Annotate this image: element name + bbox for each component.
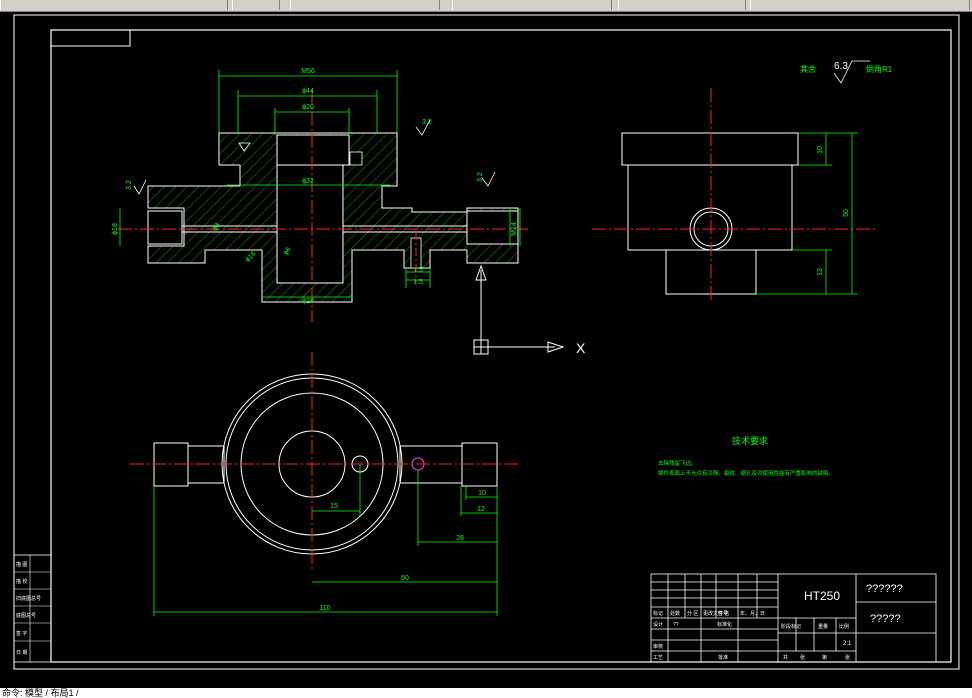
- ra-mid: 3.2: [422, 119, 432, 126]
- dim-m14: M14: [511, 222, 518, 236]
- toolbar-layer-combo[interactable]: [0, 0, 228, 10]
- toolbar-color-combo[interactable]: [290, 0, 440, 10]
- tb-stage: 阶段标记: [781, 623, 801, 630]
- strip-label-1: 描 校: [16, 578, 27, 585]
- ra-left: 3.2: [126, 180, 133, 190]
- sheet-outer-border: [13, 14, 960, 670]
- tb-scale-label: 比例: [839, 623, 849, 630]
- dim-plan-12: 12: [477, 506, 485, 513]
- tb-design: 设计: [653, 621, 663, 628]
- tb-review: 审核: [653, 643, 663, 650]
- tb-standard: 标准化: [717, 621, 732, 628]
- ucs-icon: [473, 264, 565, 355]
- roughness-suffix: 倒角R1: [866, 64, 893, 74]
- dim-m56: M56: [301, 68, 315, 75]
- strip-label-2: 旧底图总号: [16, 595, 41, 602]
- drawing-canvas[interactable]: M56 ϕ44 ϕ20 ϕ32 ϕ28 ϕ18 M14 ϕ8 ϕ6 ϕ16 1.…: [0, 11, 972, 688]
- title-part-name: ??????: [866, 583, 903, 595]
- left-signature-strip: 描 图 描 校 旧底图总号 底图总号 签 字 日 期: [13, 554, 52, 663]
- strip-label-5: 日 期: [16, 650, 27, 656]
- tb-process: 工艺: [653, 655, 663, 661]
- roughness-prefix: 其余: [800, 64, 816, 74]
- plan-view-dimensions: [153, 464, 498, 616]
- title-drawing-no: ?????: [870, 613, 901, 625]
- tech-req-line2: 铸件表面上不允许有冷隔、裂纹、缩孔及对使用性能有严重影响的缺陷。: [658, 469, 834, 477]
- dim-d44: ϕ44: [302, 88, 314, 95]
- strip-label-3: 底图总号: [16, 612, 36, 619]
- command-line[interactable]: 命令: 模型 / 布局1 /: [0, 688, 972, 698]
- dim-side-10: 10: [817, 146, 824, 154]
- drawing-number-box: [50, 29, 131, 47]
- toolbar-plotstyle-combo[interactable]: [750, 0, 970, 10]
- tb-sheet-unit2: 张: [845, 654, 850, 661]
- toolbar-layer-icons[interactable]: [232, 0, 280, 10]
- tb-approve: 批准: [718, 654, 728, 661]
- ra-right: 3.2: [477, 172, 484, 182]
- tb-sheets-total: 共: [783, 654, 788, 661]
- dim-plan-10: 10: [478, 490, 486, 497]
- tb-design-q: ??: [673, 622, 679, 628]
- tech-req-title: 技术要求: [732, 435, 768, 446]
- toolbar-lineweight-combo[interactable]: [618, 0, 746, 10]
- ucs-x-label: X: [576, 340, 586, 356]
- strip-label-4: 签 字: [16, 630, 27, 637]
- dim-plan-15: 15: [330, 503, 338, 510]
- tb-marks: 标记: [653, 610, 663, 617]
- dim-plan-28: 28: [456, 535, 464, 542]
- front-section-view: [118, 90, 528, 322]
- dim-d16: ϕ16: [244, 250, 257, 263]
- tb-count: 处数: [670, 610, 680, 617]
- dim-small-2: 1.5: [413, 279, 423, 286]
- tb-date: 年、月、日: [740, 610, 765, 617]
- strip-label-0: 描 图: [16, 561, 27, 568]
- tb-sheet-unit: 张: [800, 654, 805, 661]
- title-material: HT250: [804, 589, 840, 603]
- dim-plan-60: 60: [401, 575, 409, 582]
- tb-weight: 重量: [818, 623, 828, 630]
- side-view: [621, 132, 799, 295]
- dim-plan-110: 110: [319, 605, 330, 612]
- dim-side-13: 13: [817, 268, 824, 276]
- tb-sheets-idx: 第: [822, 654, 827, 661]
- dim-d18: ϕ18: [112, 223, 119, 235]
- title-scale: 2:1: [843, 641, 852, 647]
- dim-d28: ϕ28: [302, 298, 314, 305]
- dim-d20: ϕ20: [302, 104, 314, 111]
- tech-req-line1: 去除残留飞边。: [658, 459, 697, 467]
- technical-requirements: 技术要求 去除残留飞边。 铸件表面上不允许有冷隔、裂纹、缩孔及对使用性能有严重影…: [658, 435, 834, 477]
- toolbar-linetype-combo[interactable]: [452, 0, 612, 10]
- dim-side-50: 50: [843, 209, 850, 217]
- roughness-note: 其余 6.3 倒角R1: [800, 60, 893, 84]
- tb-zone: 分 区: [687, 610, 698, 617]
- roughness-value: 6.3: [834, 61, 848, 72]
- sheet-inner-border: [50, 29, 952, 663]
- dim-small-1: 1.5: [413, 267, 423, 274]
- tb-sign: 签 名: [718, 610, 729, 617]
- dim-d32: ϕ32: [302, 178, 314, 185]
